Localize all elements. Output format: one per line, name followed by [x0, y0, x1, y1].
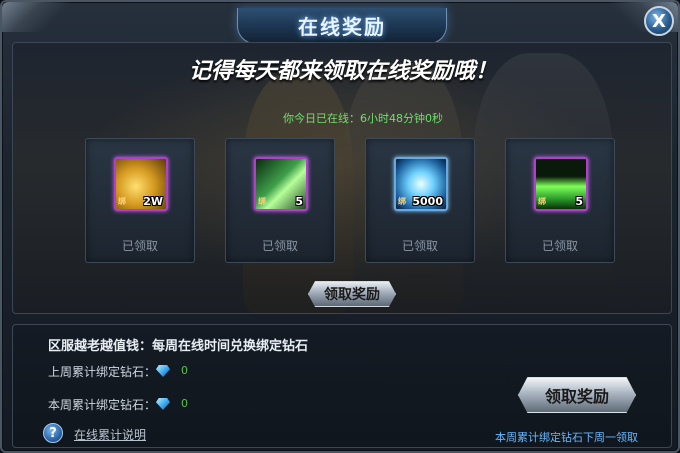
- reward-status: 已领取: [121, 239, 158, 253]
- reward-status: 已领取: [261, 239, 298, 253]
- green-crystal-shards-icon[interactable]: 绑 5: [254, 157, 308, 211]
- blue-crystal-icon[interactable]: 绑 5000: [394, 157, 448, 211]
- reward-card-1: 绑 2W 已领取: [85, 138, 195, 263]
- online-reward-panel: 记得每天都来领取在线奖励哦！ 你今日已在线：6小时48分钟0秒 绑 2W 已领取…: [12, 42, 672, 314]
- reward-status: 已领取: [401, 239, 438, 253]
- close-button[interactable]: X: [644, 6, 674, 36]
- this-week-value: 0: [181, 397, 188, 410]
- green-pyramid-icon[interactable]: 绑 5: [534, 157, 588, 211]
- gold-coins-icon[interactable]: 绑 2W: [114, 157, 168, 211]
- diamond-icon: [156, 365, 170, 377]
- online-reward-window: 在线奖励 X 记得每天都来领取在线奖励哦！ 你今日已在线：6小时48分钟0秒 绑…: [0, 0, 680, 453]
- window-title: 在线奖励: [298, 15, 386, 39]
- reward-quantity: 5: [575, 195, 583, 208]
- close-icon: X: [652, 10, 666, 32]
- last-week-value: 0: [181, 364, 188, 377]
- reminder-headline: 记得每天都来领取在线奖励哦！: [188, 59, 497, 84]
- help-icon[interactable]: ?: [43, 423, 63, 443]
- window-title-tab: 在线奖励: [237, 8, 447, 44]
- bound-mark: 绑: [538, 197, 546, 206]
- reward-quantity: 5: [295, 195, 303, 208]
- this-week-label: 本周累计绑定钻石：: [48, 398, 157, 412]
- claim-diamond-reward-button[interactable]: 领取奖励: [518, 377, 636, 413]
- diamond-icon: [156, 398, 170, 410]
- reward-card-3: 绑 5000 已领取: [365, 138, 475, 263]
- reward-card-4: 绑 5 已领取: [505, 138, 615, 263]
- bound-mark: 绑: [118, 197, 126, 206]
- claim-online-reward-button[interactable]: 领取奖励: [308, 281, 396, 307]
- last-week-label: 上周累计绑定钻石：: [48, 365, 157, 379]
- online-time-today: 你今日已在线：6小时48分钟0秒: [283, 112, 443, 125]
- bound-mark: 绑: [398, 197, 406, 206]
- reward-status: 已领取: [541, 239, 578, 253]
- reward-quantity: 2W: [143, 195, 163, 208]
- ornament-corner-left: [2, 2, 72, 32]
- weekly-diamond-panel: 区服越老越值钱：每周在线时间兑换绑定钻石 上周累计绑定钻石： 0 本周累计绑定钻…: [12, 324, 672, 448]
- reward-quantity: 5000: [412, 195, 443, 208]
- online-accumulation-help-link[interactable]: 在线累计说明: [74, 426, 146, 443]
- bound-mark: 绑: [258, 197, 266, 206]
- reward-card-2: 绑 5 已领取: [225, 138, 335, 263]
- weekly-bonus-title: 区服越老越值钱：每周在线时间兑换绑定钻石: [48, 339, 309, 354]
- claim-next-monday-note: 本周累计绑定钻石下周一领取: [495, 431, 638, 444]
